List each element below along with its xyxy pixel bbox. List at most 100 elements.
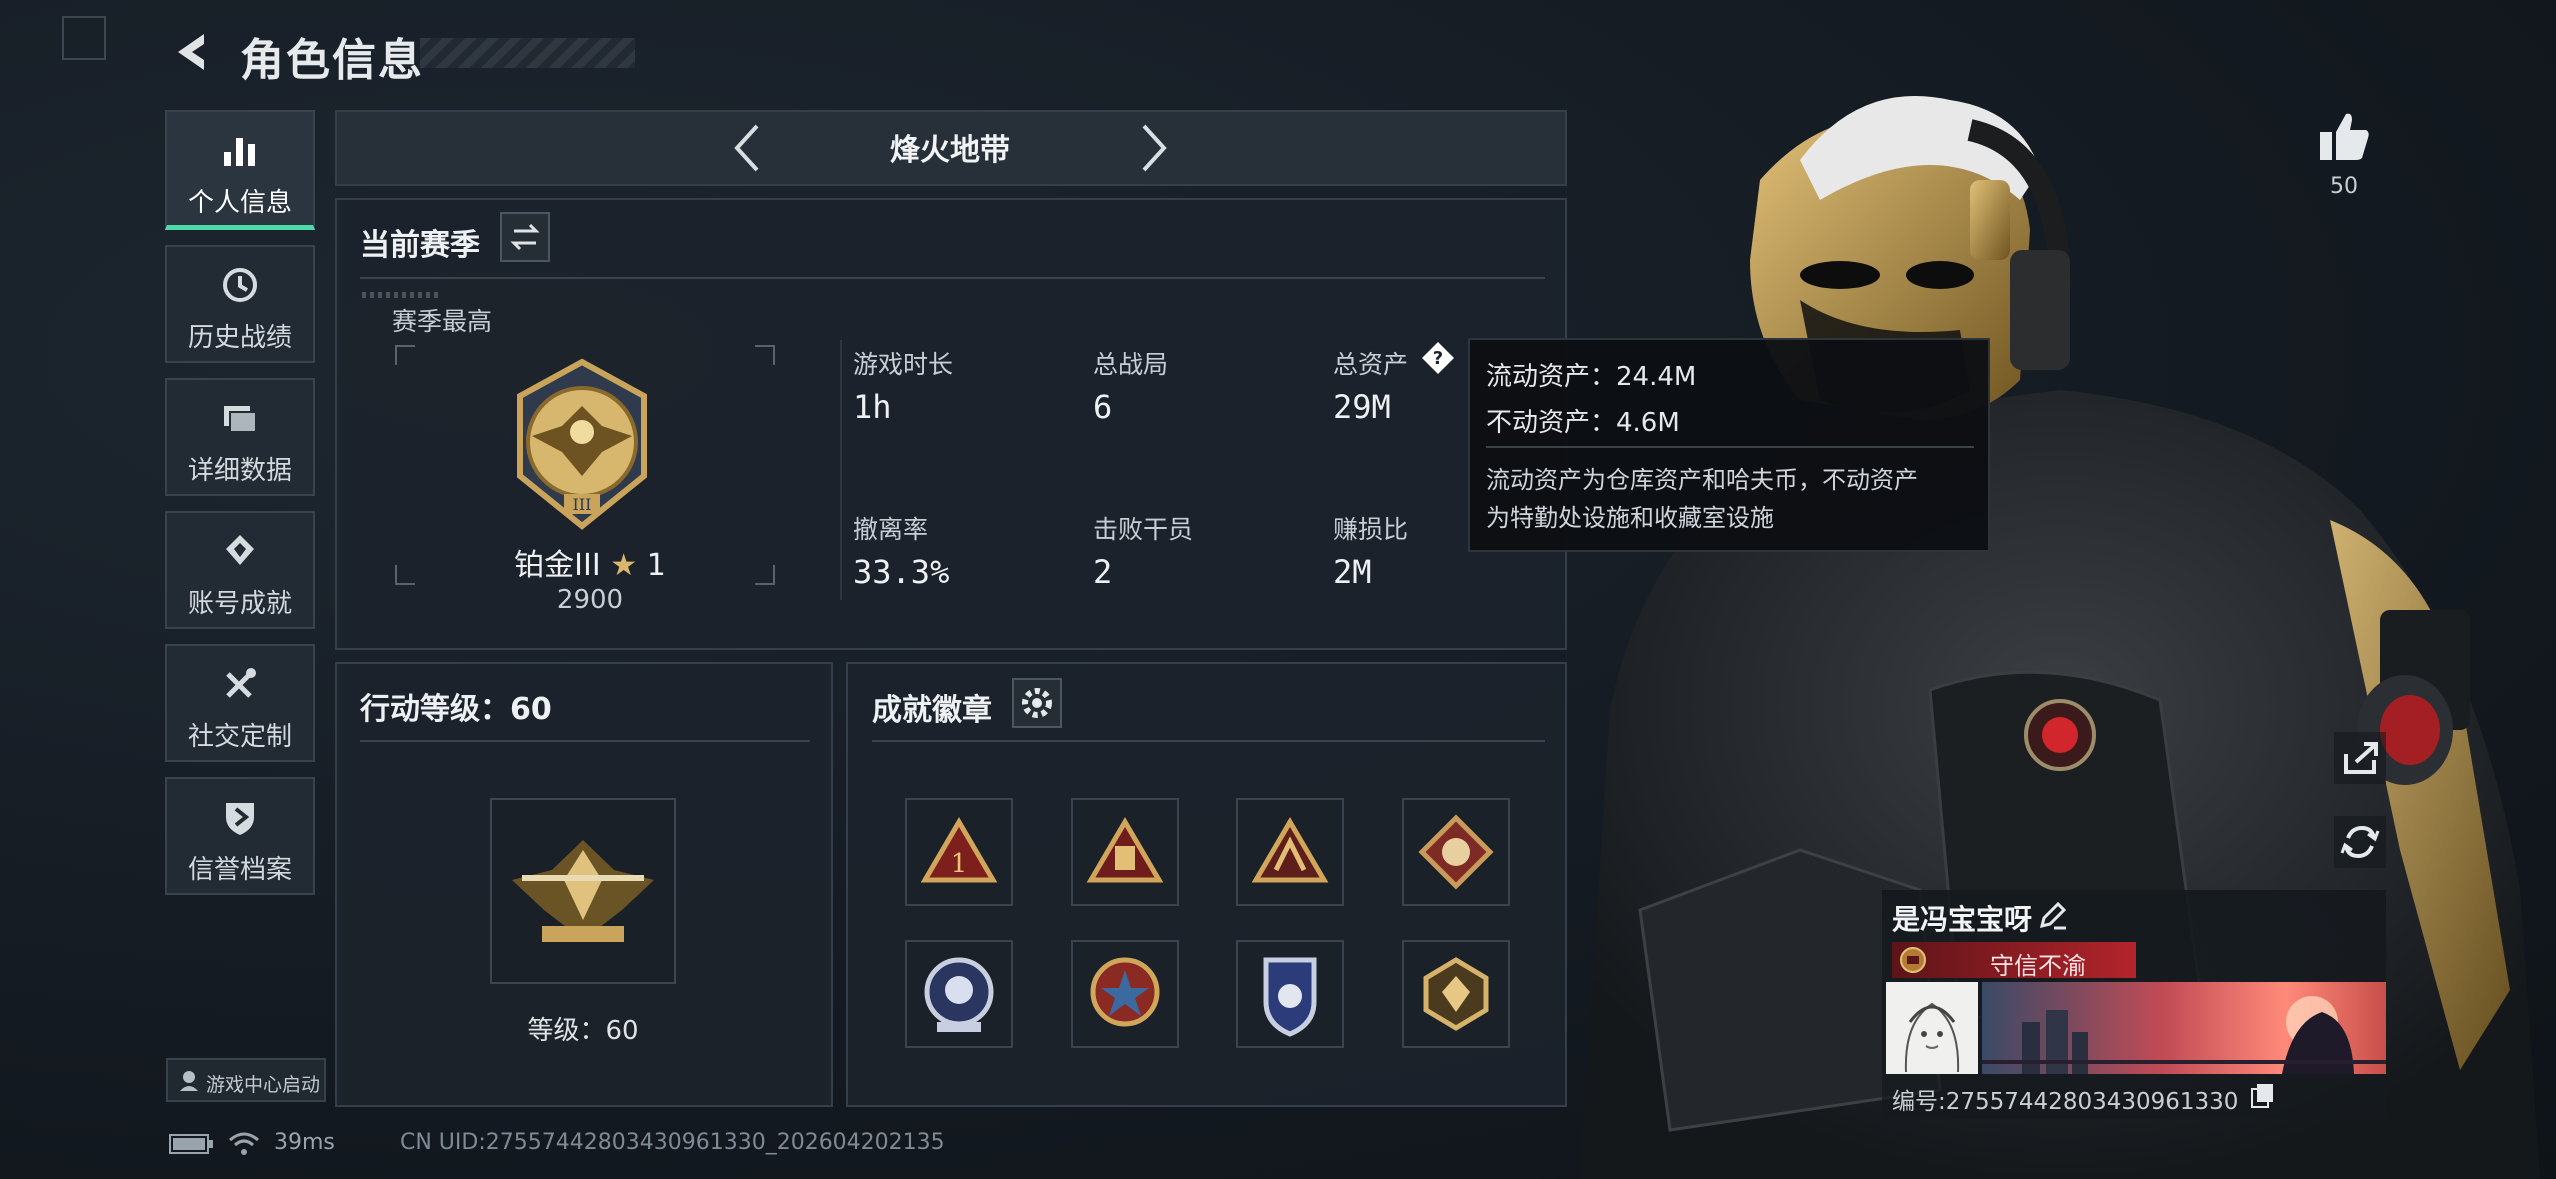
corner-decor: [62, 16, 106, 60]
sidebar-item-label: 个人信息: [187, 188, 292, 218]
rotate-button[interactable]: [2334, 816, 2386, 868]
chevron-right-icon: [1142, 124, 1167, 172]
sidebar-item-history[interactable]: 历史战绩: [165, 245, 315, 363]
tooltip-fixed-assets: 不动资产：4.6M: [1486, 408, 1680, 438]
svg-text:?: ?: [1433, 348, 1443, 369]
rank-name-text: 铂金III: [514, 548, 601, 583]
sidebar-item-label: 账号成就: [187, 589, 292, 619]
stat-value-matches: 6: [1093, 388, 1113, 426]
like-count: 50: [2330, 174, 2358, 199]
season-divider: [360, 277, 1545, 279]
achievement-badge[interactable]: [1236, 798, 1344, 906]
tooltip-liquid-assets: 流动资产：24.4M: [1486, 362, 1697, 392]
level-emblem: [490, 798, 676, 984]
page-title: 角色信息: [240, 35, 424, 86]
stat-column-divider: [840, 340, 842, 600]
player-id: 编号:2755744280343096133​0: [1892, 1089, 2239, 1115]
stat-value-kills: 2: [1093, 553, 1113, 591]
frame-corner: [755, 565, 775, 585]
mode-prev-button[interactable]: [725, 118, 771, 178]
stat-value-extract-rate: 33.3%: [853, 553, 950, 591]
sidebar-item-reputation[interactable]: 信誉档案: [165, 777, 315, 895]
stat-label-assets: 总资产: [1333, 350, 1409, 379]
star-icon: ★: [610, 548, 638, 583]
reputation-icon: [1898, 945, 1928, 975]
frame-corner: [395, 565, 415, 585]
tooltip-desc-line1: 流动资产为仓库资产和哈夫币，不动资产: [1486, 466, 1918, 494]
uid-text: CN UID:27557442803430961330_202604202135: [400, 1130, 945, 1155]
player-name: 是冯宝宝呀: [1892, 903, 2033, 936]
achievement-badge[interactable]: [1402, 940, 1510, 1048]
badges-divider: [872, 740, 1545, 742]
asset-tooltip: 流动资产：24.4M 不动资产：4.6M 流动资产为仓库资产和哈夫币，不动资产 …: [1468, 338, 1990, 552]
level-label: 等级：60: [527, 1016, 639, 1046]
sidebar-item-achievements[interactable]: 账号成就: [165, 511, 315, 629]
thumbs-up-icon: [2320, 113, 2369, 160]
bar-chart-icon: [220, 130, 260, 170]
stat-label-kills: 击败干员: [1093, 515, 1194, 544]
svg-text:III: III: [573, 495, 592, 514]
sidebar-item-label: 历史战绩: [187, 323, 292, 353]
season-best-label: 赛季最高: [392, 307, 493, 336]
stat-label-playtime: 游戏时长: [853, 350, 954, 379]
like-button[interactable]: [2314, 106, 2374, 166]
edit-name-button[interactable]: [2036, 898, 2070, 932]
achievement-badge[interactable]: [1402, 798, 1510, 906]
game-center-launch[interactable]: 游戏中心启动: [166, 1058, 326, 1102]
tools-icon: [220, 664, 260, 704]
achievement-badge[interactable]: [1071, 940, 1179, 1048]
user-icon: [178, 1069, 200, 1093]
sidebar-item-social-custom[interactable]: 社交定制: [165, 644, 315, 762]
game-center-label: 游戏中心启动: [206, 1074, 321, 1096]
stat-value-assets: 29M: [1333, 388, 1391, 426]
title-stripes: [420, 38, 635, 68]
rank-emblem: III: [492, 356, 672, 536]
reputation-text: 守信不渝: [1990, 952, 2086, 980]
back-button[interactable]: [166, 22, 216, 82]
pencil-icon: [2039, 901, 2067, 930]
chevron-left-icon: [734, 124, 759, 172]
tooltip-divider: [1486, 446, 1974, 448]
sidebar-item-detail-data[interactable]: 详细数据: [165, 378, 315, 496]
svg-text:1: 1: [951, 849, 968, 879]
sidebar-item-personal-info[interactable]: 个人信息: [165, 110, 315, 230]
action-level-divider: [360, 740, 810, 742]
frame-corner: [755, 345, 775, 365]
achievement-badge[interactable]: [905, 940, 1013, 1048]
share-button[interactable]: [2334, 732, 2386, 784]
mode-next-button[interactable]: [1130, 118, 1176, 178]
back-arrow-icon: [178, 34, 204, 70]
rank-name: 铂金III ★ 1: [500, 540, 680, 584]
reputation-badge: 守信不渝: [1892, 942, 2136, 980]
stat-value-playtime: 1h: [853, 388, 892, 426]
stat-value-profit-ratio: 2M: [1333, 553, 1372, 591]
rank-points: 2900: [556, 585, 624, 615]
stat-label-extract-rate: 撤离率: [853, 515, 929, 544]
player-banner: [1982, 982, 2386, 1074]
season-switch-button[interactable]: [500, 212, 550, 262]
season-title: 当前赛季: [360, 228, 480, 263]
deco-ticks: [362, 292, 442, 298]
folder-icon: [220, 398, 260, 438]
achievement-badge[interactable]: [1071, 798, 1179, 906]
badge-settings-button[interactable]: [1012, 678, 1062, 728]
help-icon[interactable]: ?: [1420, 340, 1456, 376]
mode-label: 烽火地带: [890, 133, 1010, 168]
frame-corner: [395, 345, 415, 365]
wifi-icon: [228, 1128, 260, 1158]
achievement-badge[interactable]: [1236, 940, 1344, 1048]
achievement-badge[interactable]: 1: [905, 798, 1013, 906]
copy-id-button[interactable]: [2248, 1080, 2278, 1110]
badges-title: 成就徽章: [872, 693, 992, 728]
gear-icon: [1022, 688, 1052, 718]
clock-icon: [220, 265, 260, 305]
stat-label-matches: 总战局: [1093, 350, 1169, 379]
shield-icon: [220, 797, 260, 837]
copy-icon: [2251, 1084, 2273, 1108]
sidebar-item-label: 信誉档案: [187, 855, 292, 885]
action-level-title: 行动等级：60: [360, 692, 552, 727]
player-avatar[interactable]: [1886, 982, 1978, 1074]
medal-icon: [220, 531, 260, 571]
swap-icon: [510, 223, 540, 251]
ping-value: 39ms: [274, 1130, 335, 1155]
